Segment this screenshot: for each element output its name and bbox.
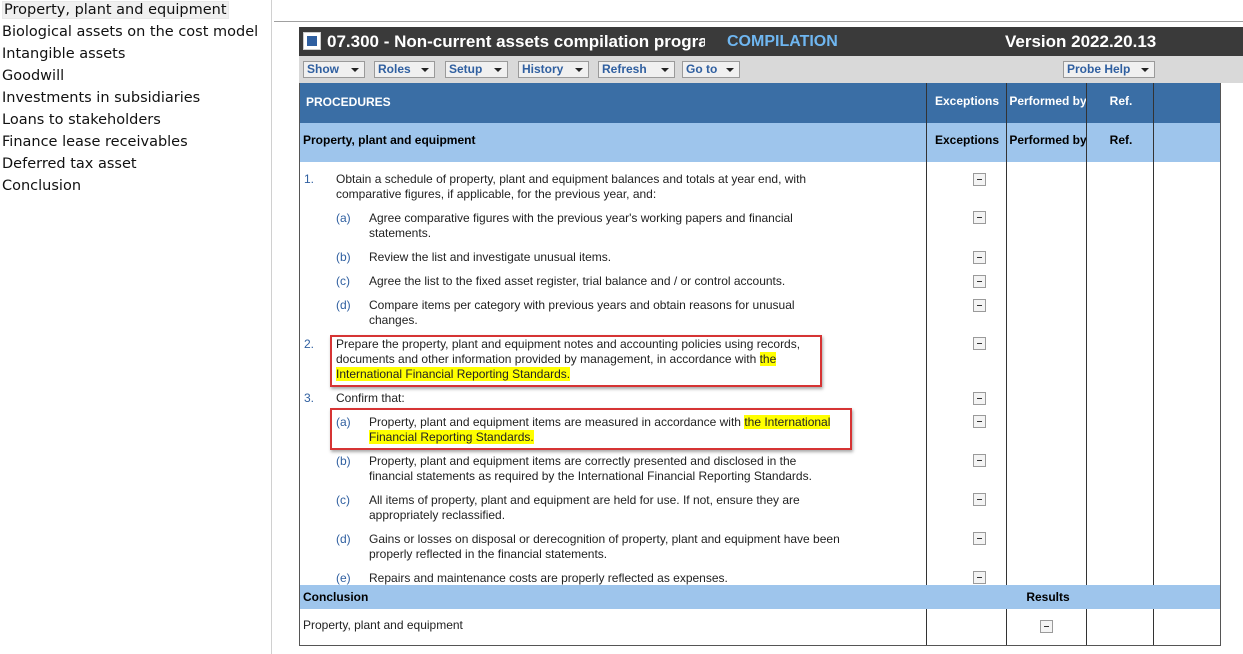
column-divider	[1006, 83, 1007, 645]
probe-help-menu-button[interactable]: Probe Help	[1063, 61, 1155, 78]
procedures-heading: PROCEDURES	[306, 95, 391, 109]
refresh-menu-button[interactable]: Refresh	[598, 61, 675, 78]
section-header-row: Property, plant and equipment Exceptions…	[300, 123, 1220, 162]
history-menu-button[interactable]: History	[518, 61, 589, 78]
column-divider	[1086, 83, 1087, 645]
toolbar: Show Roles Setup History Refresh Go to P…	[299, 56, 1243, 83]
results-heading: Results	[1026, 590, 1070, 604]
procedure-text: Confirm that:	[336, 391, 405, 405]
exceptions-dropdown[interactable]	[973, 454, 986, 467]
exceptions-dropdown[interactable]	[973, 493, 986, 506]
chevron-down-icon	[726, 68, 734, 72]
exceptions-dropdown[interactable]	[973, 337, 986, 350]
exceptions-dropdown[interactable]	[973, 251, 986, 264]
version-label: Version 2022.20.13	[1005, 32, 1157, 51]
nav-item-property-plant-equipment[interactable]: Property, plant and equipment	[0, 0, 271, 22]
probe-help-label: Probe Help	[1067, 62, 1131, 76]
procedure-number: (e)	[336, 571, 351, 585]
section-ref-heading: Ref.	[1109, 133, 1133, 147]
roles-label: Roles	[378, 62, 411, 76]
chevron-down-icon	[351, 68, 359, 72]
procedure-text: Agree the list to the fixed asset regist…	[369, 274, 786, 288]
show-label: Show	[307, 62, 339, 76]
exceptions-dropdown[interactable]	[973, 211, 986, 224]
goto-label: Go to	[686, 62, 718, 76]
exceptions-dropdown[interactable]	[973, 299, 986, 312]
document-top-edge	[274, 0, 1243, 22]
section-title: Property, plant and equipment	[303, 133, 476, 147]
exceptions-dropdown[interactable]	[973, 532, 986, 545]
conclusion-row-label: Property, plant and equipment	[303, 618, 463, 632]
conclusion-header-row: Conclusion Results	[300, 585, 1220, 609]
procedure-text: Property, plant and equipment items are …	[369, 454, 812, 483]
roles-menu-button[interactable]: Roles	[374, 61, 435, 78]
program-title: 07.300 - Non-current assets compilation …	[327, 32, 705, 51]
procedure-text: Repairs and maintenance costs are proper…	[369, 571, 728, 585]
procedure-text-plain: Prepare the property, plant and equipmen…	[336, 337, 801, 366]
procedure-number: (b)	[336, 454, 351, 468]
exceptions-heading: Exceptions	[934, 94, 1000, 108]
procedure-text: Obtain a schedule of property, plant and…	[336, 172, 807, 201]
chevron-down-icon	[575, 68, 583, 72]
chevron-down-icon	[1141, 68, 1149, 72]
nav-item-goodwill[interactable]: Goodwill	[0, 66, 271, 88]
procedure-text-plain: Property, plant and equipment items are …	[369, 415, 745, 429]
procedure-text: Gains or losses on disposal or derecogni…	[369, 532, 840, 561]
procedure-number: (d)	[336, 532, 351, 546]
nav-item-investments-subsidiaries[interactable]: Investments in subsidiaries	[0, 88, 271, 110]
program-title-bar: 07.300 - Non-current assets compilation …	[299, 27, 1243, 56]
nav-item-biological-assets[interactable]: Biological assets on the cost model	[0, 22, 271, 44]
procedure-number: 3.	[304, 391, 315, 405]
setup-menu-button[interactable]: Setup	[445, 61, 508, 78]
procedure-text: All items of property, plant and equipme…	[369, 493, 800, 522]
exceptions-dropdown[interactable]	[973, 275, 986, 288]
column-divider	[926, 83, 927, 645]
procedure-number: (d)	[336, 298, 351, 312]
engagement-mode-label: COMPILATION	[727, 33, 838, 50]
program-icon	[303, 32, 321, 50]
procedure-text: Review the list and investigate unusual …	[369, 250, 612, 264]
procedure-number: 1.	[304, 172, 315, 186]
show-menu-button[interactable]: Show	[303, 61, 365, 78]
nav-item-conclusion[interactable]: Conclusion	[0, 176, 271, 198]
setup-label: Setup	[449, 62, 483, 76]
procedure-number: (c)	[336, 274, 350, 288]
column-divider	[1153, 83, 1154, 645]
procedure-number: (b)	[336, 250, 351, 264]
ref-heading: Ref.	[1109, 94, 1133, 108]
chevron-down-icon	[661, 68, 669, 72]
history-label: History	[522, 62, 564, 76]
section-performed-by-heading: Performed by	[1009, 133, 1087, 147]
procedure-number: 2.	[304, 337, 315, 351]
nav-item-finance-lease-receivables[interactable]: Finance lease receivables	[0, 132, 271, 154]
performed-by-heading: Performed by	[1009, 94, 1087, 108]
nav-item-loans-stakeholders[interactable]: Loans to stakeholders	[0, 110, 271, 132]
exceptions-dropdown[interactable]	[973, 571, 986, 584]
procedure-text: Property, plant and equipment items are …	[369, 415, 853, 445]
procedure-text: Prepare the property, plant and equipmen…	[336, 337, 822, 382]
procedure-number: (a)	[336, 415, 351, 429]
refresh-label: Refresh	[602, 62, 647, 76]
goto-menu-button[interactable]: Go to	[682, 61, 740, 78]
procedure-text: Compare items per category with previous…	[369, 298, 795, 327]
nav-item-deferred-tax-asset[interactable]: Deferred tax asset	[0, 154, 271, 176]
exceptions-dropdown[interactable]	[973, 173, 986, 186]
results-dropdown[interactable]	[1040, 620, 1053, 633]
procedure-number: (c)	[336, 493, 350, 507]
exceptions-dropdown[interactable]	[973, 415, 986, 428]
exceptions-dropdown[interactable]	[973, 392, 986, 405]
procedure-number: (a)	[336, 211, 351, 225]
nav-item-intangible-assets[interactable]: Intangible assets	[0, 44, 271, 66]
chevron-down-icon	[421, 68, 429, 72]
chevron-down-icon	[494, 68, 502, 72]
section-exceptions-heading: Exceptions	[934, 133, 1000, 147]
left-navigation: Property, plant and equipment Biological…	[0, 0, 272, 654]
procedures-grid: PROCEDURES Exceptions Performed by Ref. …	[299, 83, 1221, 646]
procedures-header-row: PROCEDURES Exceptions Performed by Ref.	[300, 83, 1220, 123]
conclusion-heading: Conclusion	[303, 590, 369, 604]
procedure-text: Agree comparative figures with the previ…	[369, 211, 793, 240]
nav-item-label: Property, plant and equipment	[2, 1, 229, 19]
